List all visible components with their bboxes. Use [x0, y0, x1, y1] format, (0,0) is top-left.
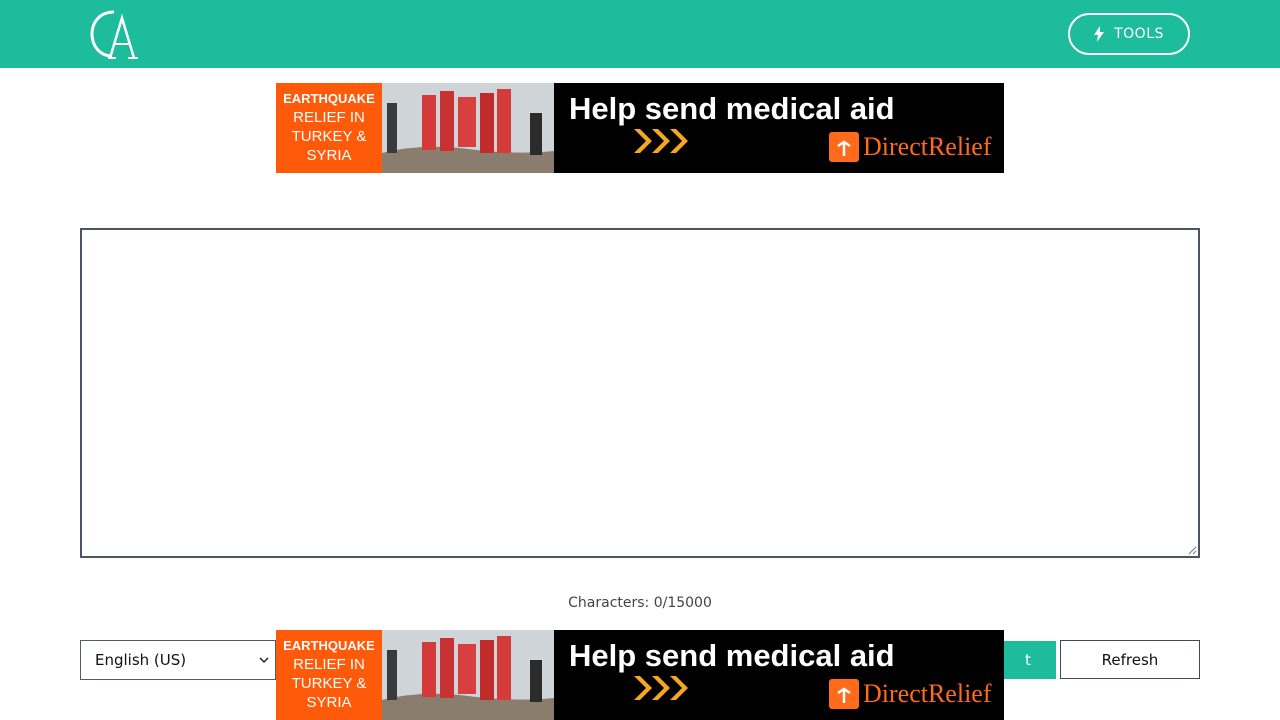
refresh-button[interactable]: Refresh — [1060, 640, 1200, 679]
site-logo[interactable] — [86, 6, 142, 62]
ad-brand-text: DirectRelief — [863, 679, 992, 708]
direct-relief-logo-icon — [829, 679, 859, 709]
direct-relief-logo-icon — [829, 132, 859, 162]
triple-chevron-icon — [634, 129, 688, 153]
character-counter: Characters: 0/15000 — [568, 595, 712, 611]
ad-side-line: EARTHQUAKE — [283, 638, 375, 653]
ad-side-panel: EARTHQUAKE RELIEF IN TURKEY & SYRIA — [276, 83, 382, 173]
text-input-area[interactable] — [82, 230, 1198, 556]
ad-side-line: EARTHQUAKE — [283, 91, 375, 106]
resize-grip-icon[interactable] — [1187, 545, 1197, 555]
ad-rescue-photo — [382, 83, 554, 173]
select-button-label: t — [1025, 651, 1031, 669]
ad-side-line: SYRIA — [306, 694, 352, 711]
ad-side-line: TURKEY & — [291, 128, 367, 145]
ad-side-line: TURKEY & — [291, 675, 367, 692]
text-input-container — [80, 228, 1200, 558]
ad-side-line: RELIEF IN — [293, 109, 365, 126]
bolt-icon — [1094, 26, 1105, 42]
tools-label: TOOLS — [1114, 26, 1164, 42]
language-select[interactable]: English (US) — [80, 640, 276, 680]
top-navigation-bar: TOOLS — [0, 0, 1280, 68]
ad-side-line: RELIEF IN — [293, 656, 365, 673]
triple-chevron-icon — [634, 676, 688, 700]
tools-button[interactable]: TOOLS — [1068, 13, 1190, 55]
ad-rescue-photo — [382, 630, 554, 720]
ad-side-panel: EARTHQUAKE RELIEF IN TURKEY & SYRIA — [276, 630, 382, 720]
ad-brand-text: DirectRelief — [863, 132, 992, 161]
language-selected-value: English (US) — [95, 651, 187, 669]
ad-brand: DirectRelief — [829, 679, 992, 709]
ad-banner-top[interactable]: EARTHQUAKE RELIEF IN TURKEY & SYRIA Help… — [276, 83, 1004, 173]
ad-side-line: SYRIA — [306, 147, 352, 164]
chevron-down-icon — [259, 657, 269, 664]
ad-headline: Help send medical aid — [569, 638, 895, 673]
ad-brand: DirectRelief — [829, 132, 992, 162]
ad-banner-bottom[interactable]: EARTHQUAKE RELIEF IN TURKEY & SYRIA Help… — [276, 630, 1004, 720]
ad-headline: Help send medical aid — [569, 91, 895, 126]
